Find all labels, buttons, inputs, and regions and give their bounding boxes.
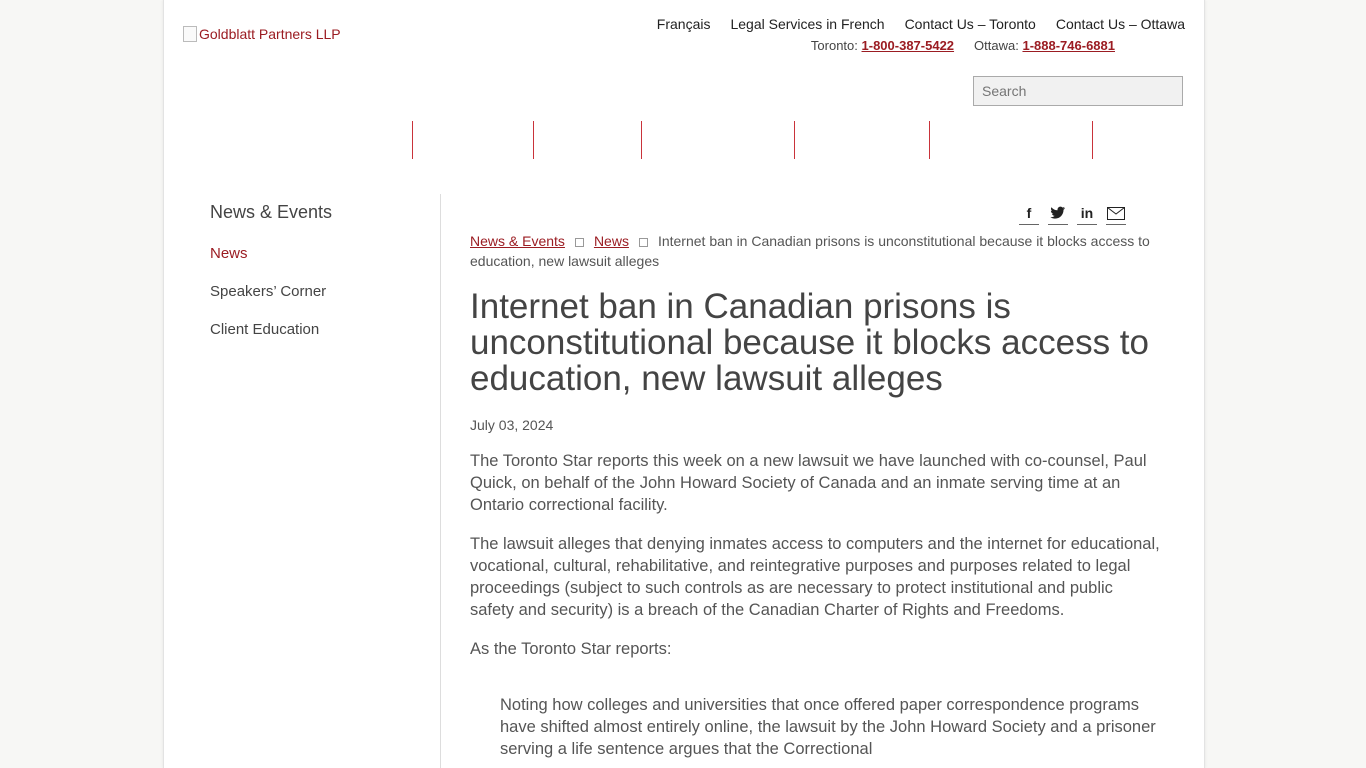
topnav-francais[interactable]: Français	[657, 16, 711, 32]
main-menu-divider	[533, 121, 534, 159]
sidebar-menu: News Speakers’ Corner Client Education	[210, 245, 440, 359]
page: Goldblatt Partners LLP Français Legal Se…	[163, 0, 1205, 768]
article-date: July 03, 2024	[470, 417, 554, 433]
phone-ottawa-label: Ottawa:	[974, 38, 1019, 53]
article-body: The Toronto Star reports this week on a …	[470, 450, 1160, 760]
breadcrumb-news[interactable]: News	[594, 233, 629, 249]
topnav-contact-ottawa[interactable]: Contact Us – Ottawa	[1056, 16, 1185, 32]
phone-toronto-link[interactable]: 1-800-387-5422	[862, 38, 955, 53]
sidebar-item-news[interactable]: News	[210, 245, 440, 283]
phone-toronto: Toronto: 1-800-387-5422	[811, 38, 954, 53]
article-quote: Noting how colleges and universities tha…	[500, 696, 1156, 758]
page-title: Internet ban in Canadian prisons is unco…	[470, 287, 1149, 398]
main-menu-divider	[1092, 121, 1093, 159]
topnav-contact-toronto[interactable]: Contact Us – Toronto	[905, 16, 1036, 32]
sidebar-title[interactable]: News & Events	[210, 202, 440, 223]
search-input[interactable]	[973, 76, 1183, 106]
twitter-icon[interactable]	[1048, 202, 1068, 225]
sidebar: News & Events News Speakers’ Corner Clie…	[210, 194, 440, 359]
main-menu-divider	[641, 121, 642, 159]
article-paragraph: The lawsuit alleges that denying inmates…	[470, 535, 1160, 619]
breadcrumb-news-events[interactable]: News & Events	[470, 233, 565, 249]
sidebar-item-speakers-corner[interactable]: Speakers’ Corner	[210, 283, 440, 321]
article-paragraph: The Toronto Star reports this week on a …	[470, 452, 1147, 514]
main-menu-divider	[929, 121, 930, 159]
logo[interactable]: Goldblatt Partners LLP	[183, 26, 341, 42]
linkedin-icon[interactable]: in	[1077, 202, 1097, 225]
main-menu-divider	[412, 121, 413, 159]
top-nav: Français Legal Services in French Contac…	[657, 16, 1185, 32]
phone-ottawa: Ottawa: 1-888-746-6881	[974, 38, 1115, 53]
phone-numbers: Toronto: 1-800-387-5422 Ottawa: 1-888-74…	[811, 38, 1115, 53]
facebook-icon[interactable]: f	[1019, 202, 1039, 225]
breadcrumb-separator-icon	[574, 237, 584, 247]
sidebar-item-client-education[interactable]: Client Education	[210, 321, 440, 359]
broken-image-icon	[183, 26, 197, 42]
phone-ottawa-link[interactable]: 1-888-746-6881	[1022, 38, 1115, 53]
share-bar: f in	[1019, 202, 1126, 225]
phone-toronto-label: Toronto:	[810, 38, 858, 53]
breadcrumb-current: Internet ban in Canadian prisons is unco…	[470, 233, 1150, 269]
main-menu-divider	[794, 121, 795, 159]
article-paragraph: As the Toronto Star reports:	[470, 640, 672, 658]
logo-alt-text: Goldblatt Partners LLP	[199, 26, 341, 42]
sidebar-divider	[440, 194, 441, 768]
topnav-legal-services-french[interactable]: Legal Services in French	[730, 16, 884, 32]
email-icon[interactable]	[1106, 202, 1126, 225]
breadcrumb: News & Events News Internet ban in Canadia…	[470, 231, 1150, 271]
breadcrumb-separator-icon	[638, 237, 648, 247]
